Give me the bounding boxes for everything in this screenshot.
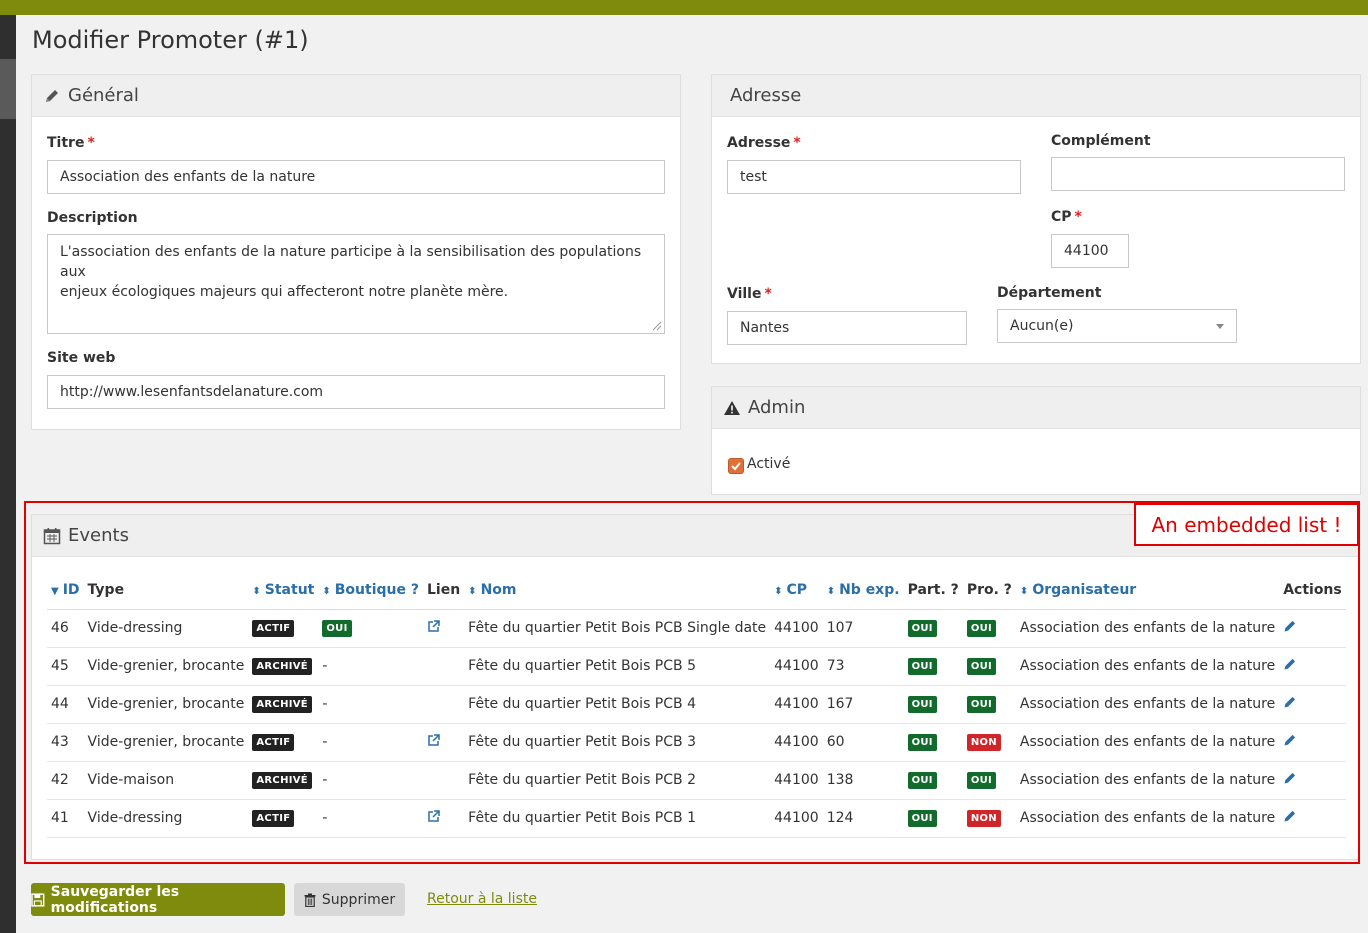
ville-label: Ville *: [727, 286, 772, 302]
adresse-panel-title: Adresse: [730, 85, 802, 106]
embedded-list-annotation: An embedded list !: [1134, 503, 1359, 546]
cp-label: CP *: [1051, 209, 1082, 225]
titre-input[interactable]: Association des enfants de la nature: [47, 160, 665, 194]
description-line: enjeux écologiques majeurs qui affectero…: [60, 284, 509, 300]
active-checkbox[interactable]: [728, 458, 744, 474]
complement-input[interactable]: [1051, 157, 1345, 191]
admin-panel-header: Admin: [712, 387, 1360, 429]
back-to-list-link[interactable]: Retour à la liste: [427, 891, 537, 907]
siteweb-label: Site web: [47, 350, 116, 366]
general-panel-title: Général: [68, 85, 139, 106]
admin-panel: Admin: [711, 386, 1361, 495]
left-sidebar: [0, 15, 16, 933]
delete-button[interactable]: Supprimer: [294, 883, 405, 916]
ville-input[interactable]: Nantes: [727, 311, 967, 345]
active-label: Activé: [747, 456, 791, 472]
top-bar: [0, 0, 1368, 15]
description-textarea[interactable]: L'association des enfants de la nature p…: [47, 234, 665, 334]
delete-button-label: Supprimer: [321, 891, 396, 908]
chevron-down-icon: [1216, 324, 1224, 329]
resize-handle-icon[interactable]: [650, 319, 662, 331]
adresse-panel-header: Adresse: [712, 75, 1360, 117]
checkmark-icon: [731, 462, 741, 471]
adresse-label: Adresse *: [727, 135, 801, 151]
departement-select[interactable]: Aucun(e): [997, 309, 1237, 343]
titre-label: Titre *: [47, 135, 95, 151]
embedded-list-highlight: [24, 501, 1360, 864]
pencil-icon: [42, 87, 62, 105]
cp-input[interactable]: 44100: [1051, 234, 1129, 268]
adresse-input[interactable]: test: [727, 160, 1021, 194]
departement-selected: Aucun(e): [1010, 318, 1074, 334]
description-line: L'association des enfants de la nature p…: [60, 244, 642, 280]
warning-icon: [722, 399, 742, 417]
departement-label: Département: [997, 285, 1102, 301]
save-button[interactable]: Sauvegarder les modifications: [31, 883, 285, 916]
description-label: Description: [47, 210, 138, 226]
trash-icon: [304, 893, 316, 907]
sidebar-active-item[interactable]: [0, 59, 16, 119]
floppy-disk-icon: [31, 892, 45, 907]
complement-label: Complément: [1051, 133, 1151, 149]
admin-panel-title: Admin: [748, 397, 806, 418]
siteweb-input[interactable]: http://www.lesenfantsdelanature.com: [47, 375, 665, 409]
general-panel-header: Général: [32, 75, 680, 117]
page-title: Modifier Promoter (#1): [32, 26, 309, 54]
save-button-label: Sauvegarder les modifications: [50, 883, 180, 916]
